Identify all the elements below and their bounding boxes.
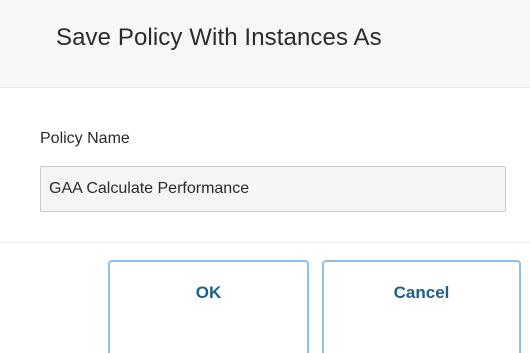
cancel-button[interactable]: Cancel [322, 260, 521, 353]
policy-name-label: Policy Name [40, 130, 130, 147]
save-policy-dialog: Save Policy With Instances As Policy Nam… [0, 0, 530, 353]
ok-button[interactable]: OK [108, 260, 309, 353]
policy-name-input[interactable] [40, 166, 506, 212]
dialog-header: Save Policy With Instances As [0, 0, 530, 88]
footer-divider [0, 242, 530, 243]
dialog-title: Save Policy With Instances As [56, 24, 382, 51]
